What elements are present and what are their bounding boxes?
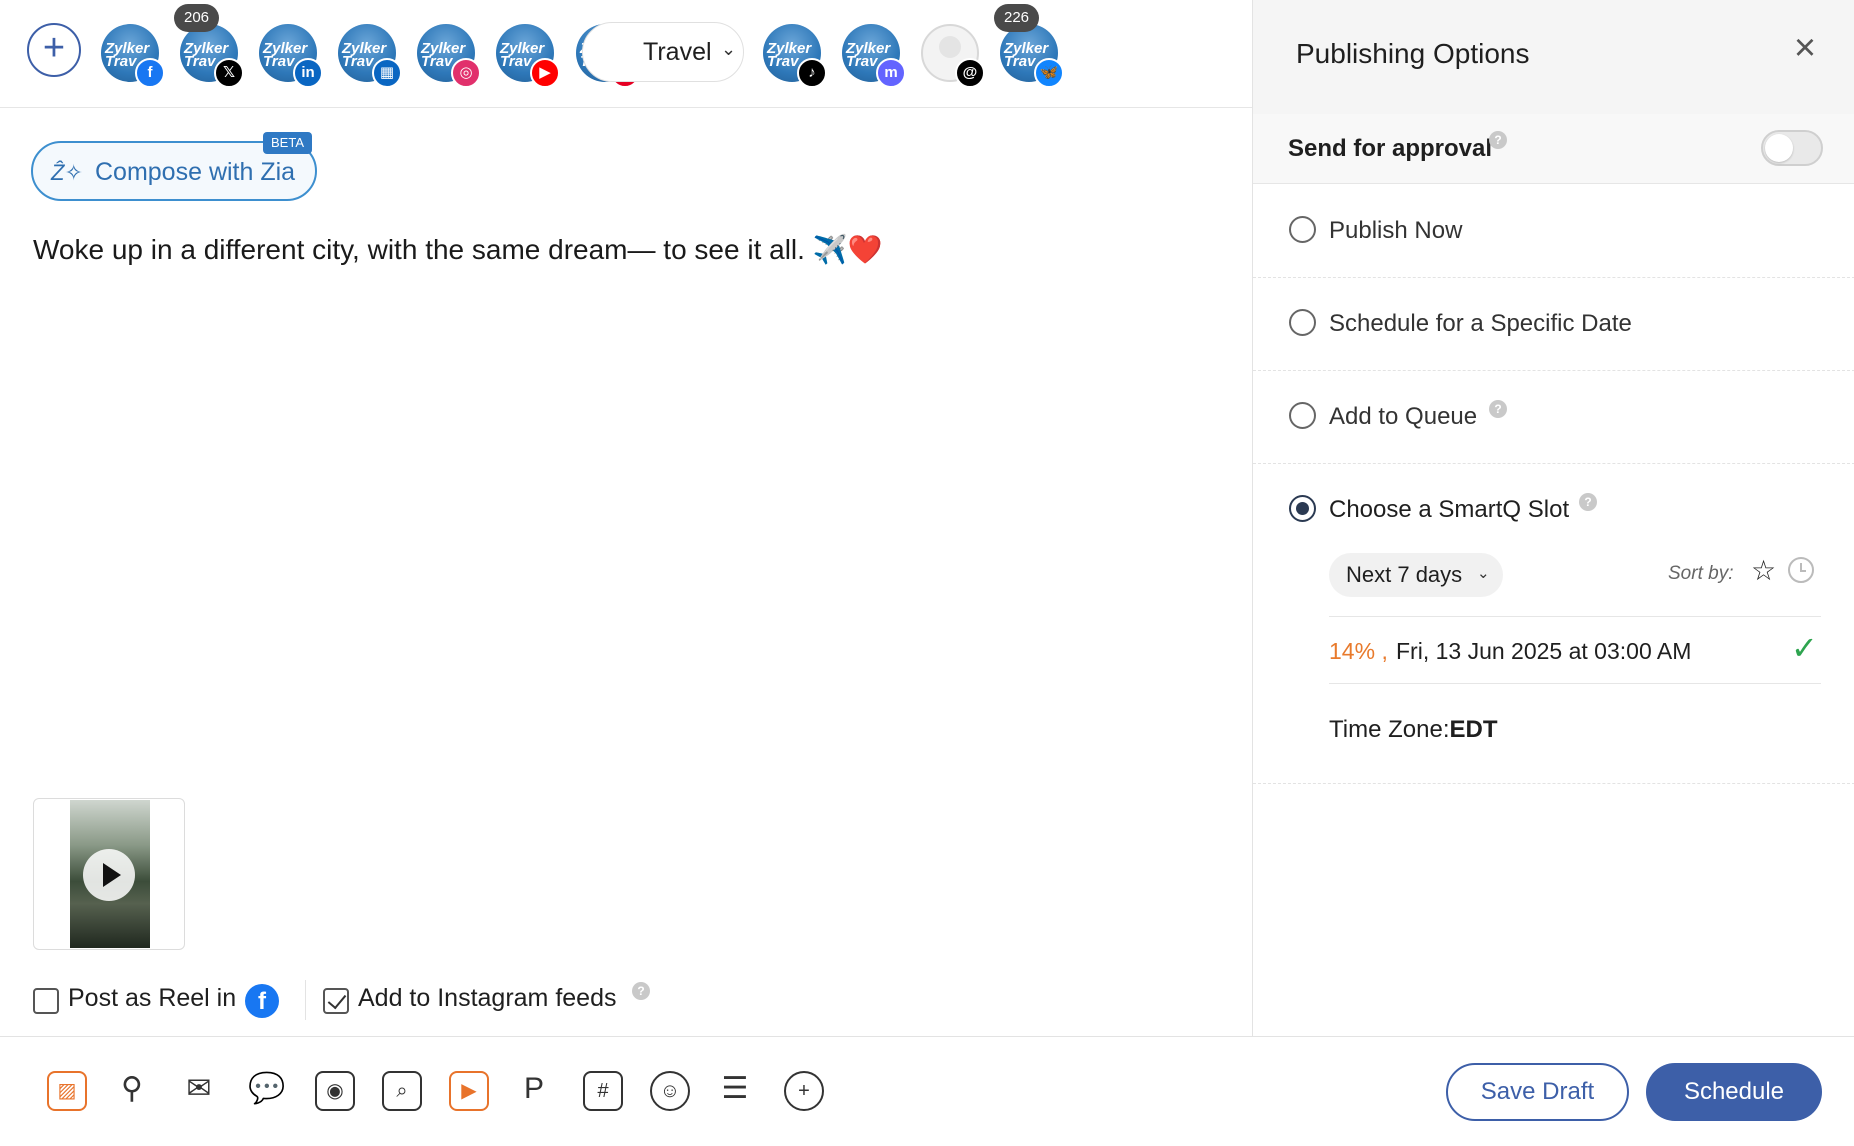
youtube-icon: ▶ bbox=[530, 58, 560, 88]
zia-label: Compose with Zia bbox=[95, 158, 296, 186]
slot-percent: 14% , bbox=[1329, 638, 1388, 664]
add-to-queue-label: Add to Queue bbox=[1329, 403, 1478, 430]
image-icon[interactable]: ▨ bbox=[47, 1071, 87, 1111]
mastodon-icon: m bbox=[876, 58, 906, 88]
timezone: Time Zone:EDT bbox=[1329, 716, 1497, 744]
x-icon: 𝕏 bbox=[214, 58, 244, 88]
post-text-editor[interactable]: Woke up in a different city, with the sa… bbox=[33, 233, 882, 266]
chevron-down-icon: ⌄ bbox=[1477, 565, 1490, 582]
panel-title: Publishing Options bbox=[1296, 38, 1530, 69]
zia-icon: Ẑ✧ bbox=[51, 160, 83, 185]
close-icon[interactable]: × bbox=[1787, 29, 1823, 67]
threads-icon: @ bbox=[955, 58, 985, 88]
schedule-button[interactable]: Schedule bbox=[1646, 1063, 1822, 1121]
app-window: + Zylker Trav f Zylker Trav 𝕏 206 Zylker Trav… bbox=[0, 0, 1854, 1146]
option-publish-now[interactable]: Publish Now bbox=[1253, 184, 1854, 278]
location-icon[interactable]: ⚲ bbox=[114, 1071, 154, 1111]
divider bbox=[305, 980, 306, 1020]
video-attachment[interactable] bbox=[33, 798, 185, 950]
publishing-options-panel: Publishing Options × Send for approval ?… bbox=[1252, 0, 1854, 1036]
search-image-icon[interactable]: ⌕ bbox=[382, 1071, 422, 1111]
publish-now-radio[interactable] bbox=[1289, 216, 1316, 243]
send-for-approval-label: Send for approval bbox=[1288, 135, 1493, 162]
save-draft-button[interactable]: Save Draft bbox=[1446, 1063, 1629, 1121]
panel-header: Publishing Options × bbox=[1253, 0, 1854, 114]
instagram-feed-checkbox[interactable] bbox=[323, 988, 349, 1014]
video-settings-icon[interactable]: ▶ bbox=[449, 1071, 489, 1111]
help-icon[interactable]: ? bbox=[1489, 131, 1507, 149]
tiktok-icon: ♪ bbox=[797, 58, 827, 88]
post-as-reel-label: Post as Reel in bbox=[68, 984, 237, 1012]
option-add-to-queue[interactable]: Add to Queue ? bbox=[1253, 371, 1854, 464]
chevron-down-icon: ⌄ bbox=[721, 39, 737, 59]
post-composer: + Zylker Trav f Zylker Trav 𝕏 206 Zylker Trav… bbox=[0, 0, 1252, 1036]
slot-time: Fri, 13 Jun 2025 at 03:00 AM bbox=[1396, 638, 1692, 664]
bottom-toolbar: ▨ ⚲ ✉ 💬 ◉ ⌕ ▶ P # ☺ ☰ + Save Draft Schedule bbox=[0, 1036, 1854, 1146]
timezone-label: Time Zone: bbox=[1329, 716, 1450, 743]
emoji-icon[interactable]: ☺ bbox=[650, 1071, 690, 1111]
sort-by-label: Sort by: bbox=[1668, 563, 1734, 584]
hashtag-icon[interactable]: # bbox=[583, 1071, 623, 1111]
account-avatar-tiktok[interactable]: Zylker Trav ♪ bbox=[763, 22, 827, 88]
accounts-bar: + Zylker Trav f Zylker Trav 𝕏 206 Zylker Trav… bbox=[0, 0, 1252, 108]
account-avatar-linkedin-page[interactable]: Zylker Trav ▦ bbox=[338, 22, 402, 88]
play-icon[interactable] bbox=[83, 849, 135, 901]
linkedin-icon: in bbox=[293, 58, 323, 88]
bluesky-icon: 🦋 bbox=[1034, 58, 1064, 88]
account-avatar-youtube[interactable]: Zylker Trav ▶ bbox=[496, 22, 560, 88]
clock-icon[interactable] bbox=[1788, 557, 1814, 583]
check-icon: ✓ bbox=[1791, 630, 1818, 666]
count-badge: 226 bbox=[994, 4, 1040, 32]
help-icon[interactable]: ? bbox=[1489, 400, 1507, 418]
add-more-icon[interactable]: + bbox=[784, 1071, 824, 1111]
send-for-approval-row: Send for approval ? bbox=[1253, 114, 1854, 184]
group-label: Travel bbox=[643, 38, 712, 66]
comment-icon[interactable]: 💬 bbox=[248, 1071, 288, 1111]
camera-icon[interactable]: ◉ bbox=[315, 1071, 355, 1111]
add-to-queue-radio[interactable] bbox=[1289, 402, 1316, 429]
facebook-icon: f bbox=[135, 58, 165, 88]
list-icon[interactable]: ☰ bbox=[717, 1071, 757, 1111]
help-icon[interactable]: ? bbox=[632, 982, 650, 1000]
pinterest-icon[interactable]: P bbox=[516, 1071, 556, 1111]
star-icon[interactable]: ☆ bbox=[1751, 554, 1776, 587]
count-badge: 206 bbox=[174, 4, 220, 32]
facebook-icon: f bbox=[245, 984, 279, 1018]
smartq-label: Choose a SmartQ Slot bbox=[1329, 496, 1570, 523]
compose-with-zia-button[interactable]: Ẑ✧ Compose with Zia BETA bbox=[31, 132, 317, 201]
account-avatar-mastodon[interactable]: Zylker Trav m bbox=[842, 22, 906, 88]
instagram-feed-label: Add to Instagram feeds bbox=[358, 984, 617, 1012]
timezone-value: EDT bbox=[1449, 716, 1498, 743]
account-avatar-threads[interactable]: Zylker Trav@ bbox=[921, 22, 985, 88]
publish-now-label: Publish Now bbox=[1329, 217, 1463, 244]
add-account-button[interactable]: + bbox=[27, 23, 81, 77]
date-range-label: Next 7 days bbox=[1346, 562, 1463, 587]
send-for-approval-toggle[interactable] bbox=[1761, 130, 1823, 166]
schedule-date-radio[interactable] bbox=[1289, 309, 1316, 336]
account-avatar-facebook[interactable]: Zylker Trav f bbox=[101, 22, 165, 88]
account-avatar-instagram[interactable]: Zylker Trav ◎ bbox=[417, 22, 481, 88]
schedule-date-label: Schedule for a Specific Date bbox=[1329, 310, 1632, 337]
date-range-dropdown[interactable]: Next 7 days ⌄ bbox=[1329, 553, 1503, 597]
beta-badge: BETA bbox=[263, 132, 312, 154]
linkedin-page-icon: ▦ bbox=[372, 58, 402, 88]
post-as-reel-checkbox[interactable] bbox=[33, 988, 59, 1014]
group-selector[interactable]: Travel ⌄ bbox=[582, 22, 744, 82]
instagram-icon: ◎ bbox=[451, 58, 481, 88]
option-schedule-specific-date[interactable]: Schedule for a Specific Date bbox=[1253, 278, 1854, 371]
help-icon[interactable]: ? bbox=[1579, 493, 1597, 511]
account-avatar-linkedin[interactable]: Zylker Trav in bbox=[259, 22, 323, 88]
smartq-radio[interactable] bbox=[1289, 495, 1316, 522]
smartq-slot-item[interactable]: 14% , Fri, 13 Jun 2025 at 03:00 AM ✓ bbox=[1329, 616, 1821, 684]
first-comment-icon[interactable]: ✉ bbox=[181, 1071, 221, 1111]
